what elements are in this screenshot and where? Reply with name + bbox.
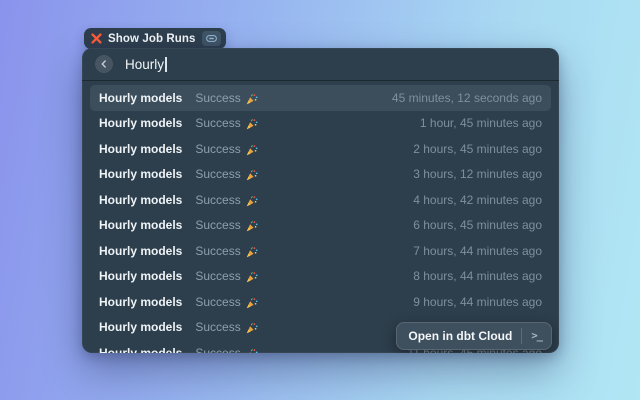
status-badge: Success [195, 320, 240, 334]
job-name: Hourly models [99, 320, 182, 334]
list-item[interactable]: Hourly models Success 6 hours, 45 minutes … [90, 213, 551, 239]
run-timestamp: 4 hours, 42 minutes ago [413, 193, 542, 207]
run-timestamp: 1 hour, 45 minutes ago [420, 116, 542, 130]
list-item[interactable]: Hourly models Success 1 hour, 45 minutes a… [90, 111, 551, 137]
command-badge[interactable] [202, 31, 221, 46]
status-badge: Success [195, 116, 240, 130]
status-badge: Success [195, 269, 240, 283]
party-popper-icon [246, 348, 258, 353]
back-button[interactable] [95, 55, 113, 73]
status-badge: Success [195, 91, 240, 105]
text-cursor [165, 57, 167, 72]
run-timestamp: 9 hours, 44 minutes ago [413, 295, 542, 309]
tooltip-divider [521, 328, 522, 344]
run-timestamp: 6 hours, 45 minutes ago [413, 218, 542, 232]
job-runs-list: Hourly models Success 45 minutes, 12 secon… [82, 81, 559, 353]
chevron-left-icon [100, 60, 108, 68]
job-name: Hourly models [99, 346, 182, 353]
list-item[interactable]: Hourly models Success 3 hours, 12 minutes … [90, 162, 551, 188]
party-popper-icon [246, 144, 258, 156]
list-item[interactable]: Hourly models Success 7 hours, 44 minutes … [90, 238, 551, 264]
list-item[interactable]: Hourly models Success 2 hours, 45 minutes … [90, 136, 551, 162]
list-item[interactable]: Hourly models Success 9 hours, 44 minutes … [90, 289, 551, 315]
search-query-text: Hourly [125, 57, 164, 72]
launcher-window: Hourly Hourly models Success 45 minutes, 1… [82, 48, 559, 353]
party-popper-icon [246, 246, 258, 258]
status-badge: Success [195, 244, 240, 258]
search-input[interactable]: Hourly [125, 57, 167, 72]
status-badge: Success [195, 193, 240, 207]
status-badge: Success [195, 142, 240, 156]
drive-badge-icon [206, 34, 217, 43]
command-pill[interactable]: Show Job Runs [84, 28, 226, 49]
party-popper-icon [246, 93, 258, 105]
party-popper-icon [246, 220, 258, 232]
job-name: Hourly models [99, 167, 182, 181]
run-timestamp: 45 minutes, 12 seconds ago [392, 91, 542, 105]
job-name: Hourly models [99, 142, 182, 156]
terminal-key-icon: >_ [531, 330, 542, 342]
party-popper-icon [246, 195, 258, 207]
list-item[interactable]: Hourly models Success 45 minutes, 12 secon… [90, 85, 551, 111]
status-badge: Success [195, 346, 240, 353]
party-popper-icon [246, 322, 258, 334]
party-popper-icon [246, 297, 258, 309]
run-timestamp: 2 hours, 45 minutes ago [413, 142, 542, 156]
command-title: Show Job Runs [108, 33, 196, 45]
party-popper-icon [246, 118, 258, 130]
party-popper-icon [246, 169, 258, 181]
desktop-background: Show Job Runs Hourly [0, 0, 640, 400]
list-item[interactable]: Hourly models Success 4 hours, 42 minutes … [90, 187, 551, 213]
party-popper-icon [246, 271, 258, 283]
status-badge: Success [195, 167, 240, 181]
status-badge: Success [195, 218, 240, 232]
job-name: Hourly models [99, 116, 182, 130]
job-name: Hourly models [99, 295, 182, 309]
job-name: Hourly models [99, 193, 182, 207]
job-name: Hourly models [99, 91, 182, 105]
run-timestamp: 3 hours, 12 minutes ago [413, 167, 542, 181]
status-badge: Success [195, 295, 240, 309]
tooltip-action-label: Open in dbt Cloud [408, 329, 512, 343]
search-bar: Hourly [82, 48, 559, 80]
dbt-logo-icon [91, 33, 102, 44]
open-in-dbt-cloud-tooltip: Open in dbt Cloud >_ [396, 322, 552, 350]
job-name: Hourly models [99, 218, 182, 232]
job-name: Hourly models [99, 269, 182, 283]
job-name: Hourly models [99, 244, 182, 258]
run-timestamp: 8 hours, 44 minutes ago [413, 269, 542, 283]
run-timestamp: 7 hours, 44 minutes ago [413, 244, 542, 258]
list-item[interactable]: Hourly models Success 8 hours, 44 minutes … [90, 264, 551, 290]
